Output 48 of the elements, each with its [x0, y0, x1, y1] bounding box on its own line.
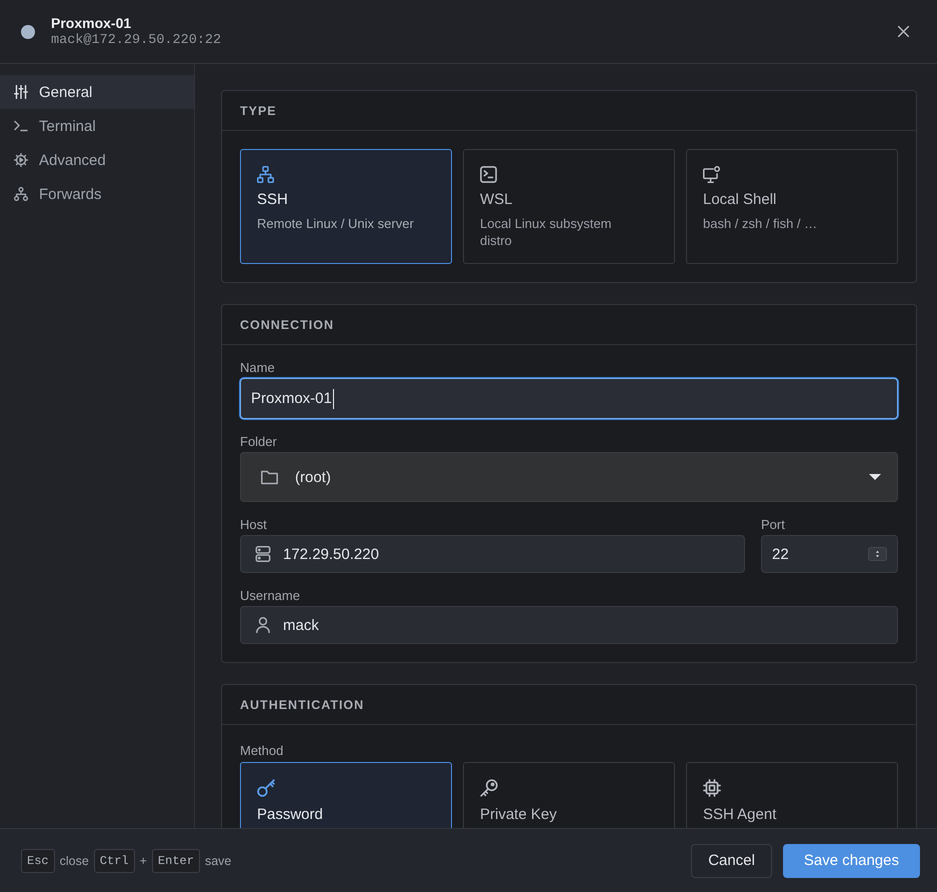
name-input[interactable]: Proxmox-01	[240, 378, 898, 419]
connection-title: Proxmox-01	[51, 14, 132, 32]
sidebar-item[interactable]: General	[0, 75, 194, 109]
sidebar-item[interactable]: Advanced	[0, 143, 194, 177]
type-option[interactable]: Local Shell bash / zsh / fish / …	[686, 149, 898, 264]
type-option[interactable]: WSL Local Linux subsystem distro	[463, 149, 675, 264]
field-label: Folder	[240, 434, 277, 450]
prompt-icon	[14, 119, 28, 133]
key-icon	[480, 779, 498, 797]
port-input[interactable]: 22	[761, 535, 898, 573]
field-label: Method	[240, 743, 284, 759]
key-icon	[257, 779, 275, 797]
section-heading: TYPE	[240, 104, 277, 118]
stepper-icon[interactable]	[868, 547, 887, 561]
folder-select[interactable]: (root)	[240, 452, 898, 502]
network-icon	[257, 166, 274, 183]
sidebar-item[interactable]: Terminal	[0, 109, 194, 143]
host-input[interactable]: 172.29.50.220	[240, 535, 745, 573]
caret-icon	[869, 474, 881, 480]
network-icon	[14, 187, 28, 201]
close-icon[interactable]	[898, 26, 909, 37]
sidebar-item[interactable]: Forwards	[0, 177, 194, 211]
status-dot-icon	[21, 24, 35, 38]
monitor-icon	[703, 166, 720, 183]
gear-icon	[14, 153, 28, 167]
connection-address: mack@172.29.50.220:22	[51, 32, 222, 49]
keyboard-key: Ctrl	[94, 848, 135, 872]
field-label: Host	[240, 517, 267, 533]
shortcut-hint: save	[204, 854, 232, 868]
field-label: Port	[761, 517, 785, 533]
field-label: Name	[240, 360, 275, 376]
field-label: Username	[240, 588, 300, 604]
shortcut-hint: +	[140, 854, 147, 868]
chip-icon	[703, 779, 721, 797]
shortcut-hint: close	[60, 854, 89, 868]
user-icon	[255, 617, 271, 633]
section-heading: AUTHENTICATION	[240, 698, 364, 712]
type-option[interactable]: SSH Remote Linux / Unix server	[240, 149, 452, 264]
server-icon	[255, 546, 271, 562]
folder-icon	[261, 468, 278, 486]
section-heading: CONNECTION	[240, 318, 334, 332]
keyboard-key: Esc	[21, 848, 55, 872]
method-option[interactable]: Password	[240, 762, 452, 828]
sliders-icon	[14, 85, 28, 99]
terminal-icon	[480, 166, 497, 183]
cancel-button[interactable]: Cancel	[691, 844, 772, 878]
keyboard-key: Enter	[152, 848, 200, 872]
username-input[interactable]: mack	[240, 606, 898, 644]
